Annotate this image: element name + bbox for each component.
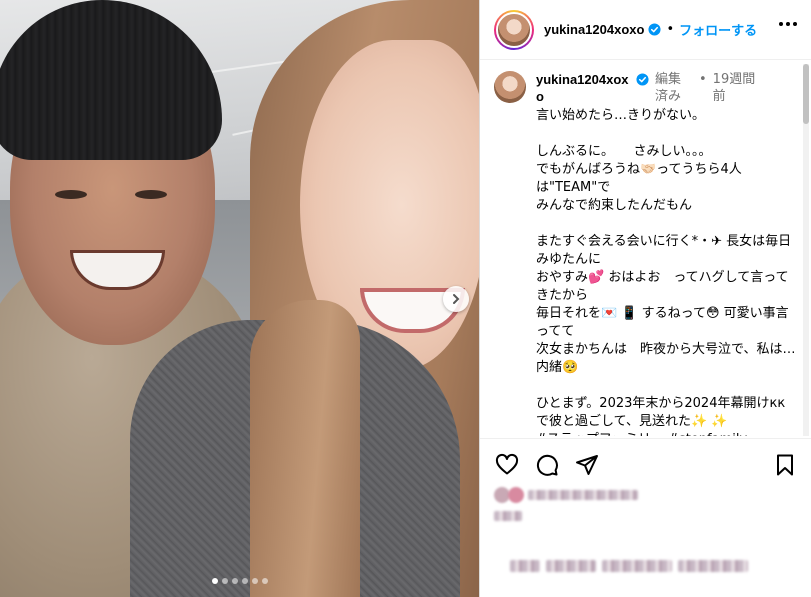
blurred-text <box>678 560 748 572</box>
blurred-text <box>510 560 540 572</box>
liker-avatar <box>508 487 524 503</box>
carousel-dot <box>222 578 228 584</box>
carousel-dot <box>232 578 238 584</box>
comment-icon <box>536 454 558 476</box>
post-media[interactable] <box>0 0 479 597</box>
caption-meta: yukina1204xoxo 編集済み • 19週間前 <box>536 71 798 105</box>
comment-button[interactable] <box>534 453 560 479</box>
heart-icon <box>495 453 519 475</box>
action-buttons <box>480 439 811 479</box>
post-header: yukina1204xoxo • フォローする <box>480 0 811 60</box>
blurred-text <box>546 560 596 572</box>
story-ring[interactable] <box>494 9 534 50</box>
meta-separator: • <box>699 72 707 87</box>
likes-count-blurred-text <box>494 511 522 521</box>
paper-plane-icon <box>576 455 598 475</box>
carousel-indicator <box>212 578 268 584</box>
post-time[interactable]: 19週間前 <box>713 71 757 105</box>
like-button[interactable] <box>494 453 520 479</box>
bookmark-icon <box>777 454 793 476</box>
caption-scrollbar-thumb[interactable] <box>803 64 809 124</box>
carousel-dot <box>242 578 248 584</box>
caption-avatar[interactable] <box>494 71 526 103</box>
verified-badge-icon <box>648 23 661 36</box>
share-button[interactable] <box>574 453 600 479</box>
save-button[interactable] <box>772 453 798 479</box>
caption-username[interactable]: yukina1204xoxo <box>536 71 636 105</box>
caption-body: yukina1204xoxo 編集済み • 19週間前 言い始めたら…きりがない… <box>536 71 798 436</box>
verified-badge-icon <box>636 73 649 86</box>
more-dots-icon[interactable] <box>779 22 797 26</box>
carousel-dot <box>252 578 258 584</box>
header-separator: • <box>666 22 675 37</box>
next-image-button[interactable] <box>443 286 469 312</box>
header-username[interactable]: yukina1204xoxo <box>544 22 644 37</box>
avatar[interactable] <box>496 11 532 48</box>
chevron-right-icon <box>453 294 460 304</box>
caption-area[interactable]: yukina1204xoxo 編集済み • 19週間前 言い始めたら…きりがない… <box>480 61 811 436</box>
comment-input-blurred <box>510 560 748 572</box>
likes-text-blurred <box>528 490 638 500</box>
caption-row: yukina1204xoxo 編集済み • 19週間前 言い始めたら…きりがない… <box>480 61 811 436</box>
man-eye <box>55 190 87 199</box>
likes-count-blurred <box>494 511 798 521</box>
caption-text: 言い始めたら…きりがない。 しんぶるに。 さみしい。。。 でもがんばろうね🤝🏻っ… <box>536 108 796 436</box>
carousel-dot <box>212 578 218 584</box>
woman-hair-front <box>250 300 360 597</box>
post-side-panel: yukina1204xoxo • フォローする yukina1204xoxo 編… <box>479 0 811 597</box>
blurred-text <box>602 560 672 572</box>
man-eye <box>135 190 167 199</box>
edited-label: 編集済み <box>655 72 682 104</box>
action-bar <box>480 438 811 521</box>
follow-button[interactable]: フォローする <box>679 20 757 39</box>
carousel-dot <box>262 578 268 584</box>
likes-avatars-blurred <box>494 487 798 503</box>
